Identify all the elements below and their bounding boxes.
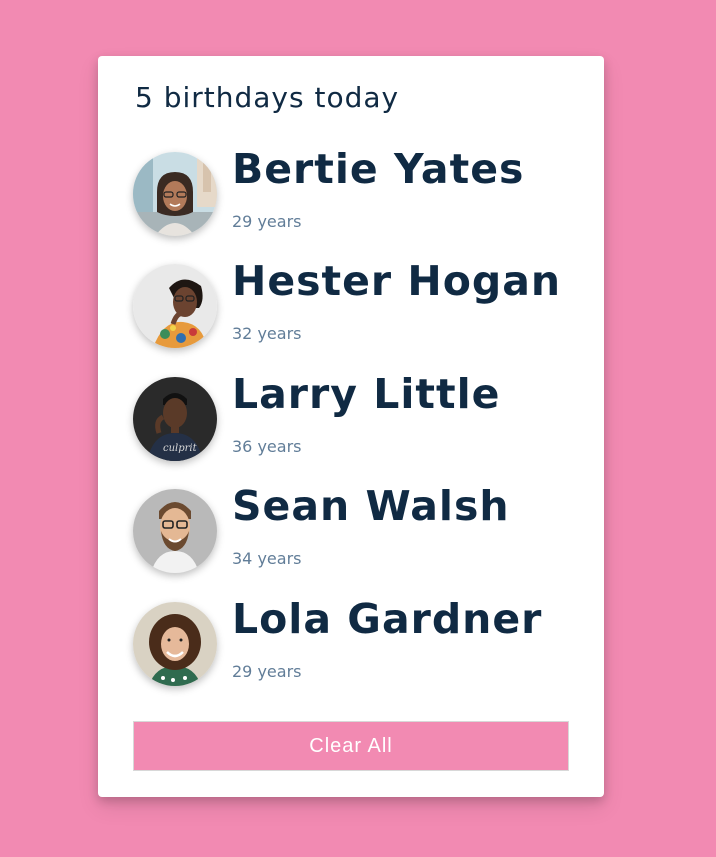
man-glasses-beard-avatar [133, 489, 217, 573]
card-title: 5 birthdays today [135, 81, 400, 114]
woman-curly-hair-avatar [133, 602, 217, 686]
man-dark-shirt-avatar: culprit [133, 377, 217, 461]
person-name: Larry Little [232, 370, 501, 418]
clear-all-button[interactable]: Clear All [133, 721, 569, 771]
person-item: Sean Walsh 34 years [133, 482, 583, 578]
person-age: 29 years [232, 212, 302, 231]
person-item: Hester Hogan 32 years [133, 257, 583, 353]
person-item: Lola Gardner 29 years [133, 595, 583, 691]
birthday-card: 5 birthdays today Bertie Yates 29 years [98, 56, 604, 797]
person-name: Lola Gardner [232, 595, 543, 643]
person-name: Sean Walsh [232, 482, 510, 530]
person-age: 32 years [232, 324, 302, 343]
woman-glasses-floral-avatar [133, 264, 217, 348]
woman-glasses-street-avatar [133, 152, 217, 236]
svg-text:culprit: culprit [163, 443, 198, 454]
person-age: 29 years [232, 662, 302, 681]
person-age: 34 years [232, 549, 302, 568]
person-item: Bertie Yates 29 years [133, 145, 583, 241]
person-name: Hester Hogan [232, 257, 562, 305]
person-age: 36 years [232, 437, 302, 456]
person-name: Bertie Yates [232, 145, 525, 193]
person-item: culprit Larry Little 36 years [133, 370, 583, 466]
